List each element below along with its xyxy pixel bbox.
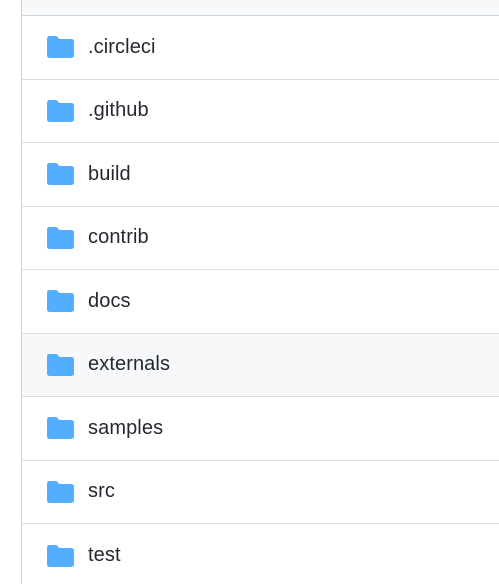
folder-icon [47, 480, 74, 503]
file-row-github[interactable]: .github [22, 79, 499, 143]
file-name-link[interactable]: docs [88, 290, 131, 313]
file-name-link[interactable]: externals [88, 353, 170, 376]
file-row-build[interactable]: build [22, 143, 499, 207]
file-row-externals[interactable]: externals [22, 333, 499, 397]
file-list: .circleci .github build contrib docs ext… [21, 0, 499, 584]
file-row-samples[interactable]: samples [22, 397, 499, 461]
file-row-src[interactable]: src [22, 460, 499, 524]
folder-icon [47, 36, 74, 59]
file-row-test[interactable]: test [22, 524, 499, 584]
folder-icon [47, 353, 74, 376]
file-name-link[interactable]: samples [88, 417, 163, 440]
file-name-link[interactable]: src [88, 480, 115, 503]
file-name-link[interactable]: test [88, 544, 121, 567]
folder-icon [47, 544, 74, 567]
file-row-circleci[interactable]: .circleci [22, 16, 499, 80]
folder-icon [47, 417, 74, 440]
file-name-link[interactable]: .circleci [88, 36, 156, 59]
folder-icon [47, 163, 74, 186]
folder-icon [47, 226, 74, 249]
file-name-link[interactable]: contrib [88, 226, 149, 249]
file-name-link[interactable]: build [88, 163, 131, 186]
file-name-link[interactable]: .github [88, 99, 149, 122]
folder-icon [47, 290, 74, 313]
file-list-header [22, 0, 499, 16]
file-row-contrib[interactable]: contrib [22, 206, 499, 270]
folder-icon [47, 99, 74, 122]
viewport: .circleci .github build contrib docs ext… [0, 0, 499, 584]
file-row-docs[interactable]: docs [22, 270, 499, 334]
